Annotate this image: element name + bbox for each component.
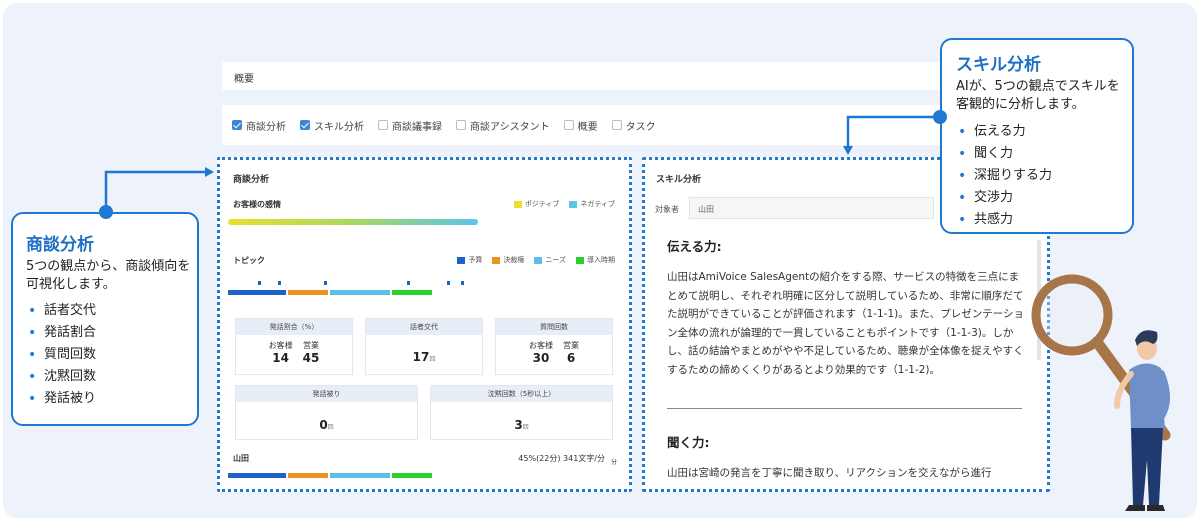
callout-list-item: 発話被り — [26, 388, 96, 410]
callout-left-title: 商談分析 — [26, 235, 94, 255]
callout-left-desc: 5つの観点から、商談傾向を可視化します。 — [26, 259, 191, 292]
callout-right-dot — [933, 110, 947, 124]
analysis-callout: 商談分析 5つの観点から、商談傾向を可視化します。 話者交代発話割合質問回数沈黙… — [11, 212, 199, 426]
callout-left-dot — [99, 205, 113, 219]
callout-list-item: 交渉力 — [956, 187, 1052, 209]
callout-left-list: 話者交代発話割合質問回数沈黙回数発話被り — [26, 300, 96, 410]
callout-list-item: 伝える力 — [956, 121, 1052, 143]
callout-right-list: 伝える力聞く力深掘りする力交渉力共感力 — [956, 121, 1052, 231]
callout-list-item: 話者交代 — [26, 300, 96, 322]
magnifier-person-illustration — [1031, 274, 1171, 511]
callout-list-item: 発話割合 — [26, 322, 96, 344]
callout-right-title: スキル分析 — [956, 55, 1041, 75]
stage: 概要 商談分析 スキル分析 商談議事録 商談アシスタント 概要 タスク 商談分析 お客様の… — [0, 0, 1200, 521]
callout-list-item: 質問回数 — [26, 344, 96, 366]
callout-list-item: 深掘りする力 — [956, 165, 1052, 187]
callout-list-item: 沈黙回数 — [26, 366, 96, 388]
skill-callout: スキル分析 AIが、5つの観点でスキルを客観的に分析します。 伝える力聞く力深掘… — [940, 38, 1134, 234]
callout-list-item: 共感力 — [956, 209, 1052, 231]
callout-list-item: 聞く力 — [956, 143, 1052, 165]
callout-right-desc: AIが、5つの観点でスキルを客観的に分析します。 — [956, 79, 1120, 112]
